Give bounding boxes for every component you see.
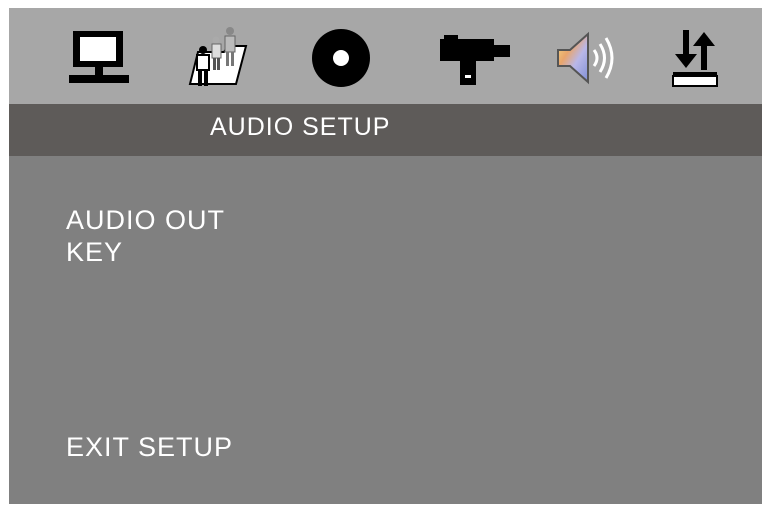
up-down-arrows-icon[interactable]: [665, 26, 725, 90]
menu-item-audio-out[interactable]: AUDIO OUT: [66, 205, 225, 236]
page-title: AUDIO SETUP: [210, 113, 391, 141]
disc-icon[interactable]: [309, 26, 373, 90]
family-folder-icon[interactable]: [183, 26, 255, 90]
speaker-icon[interactable]: [551, 26, 619, 90]
menu-item-key[interactable]: KEY: [66, 237, 123, 268]
video-connector-icon[interactable]: [437, 26, 513, 90]
title-bar: AUDIO SETUP: [9, 104, 762, 156]
monitor-icon[interactable]: [65, 26, 135, 90]
setup-screen: AUDIO SETUP AUDIO OUT KEY EXIT SETUP: [9, 8, 762, 504]
exit-setup-item[interactable]: EXIT SETUP: [66, 432, 233, 463]
setup-tab-bar: [9, 8, 762, 104]
